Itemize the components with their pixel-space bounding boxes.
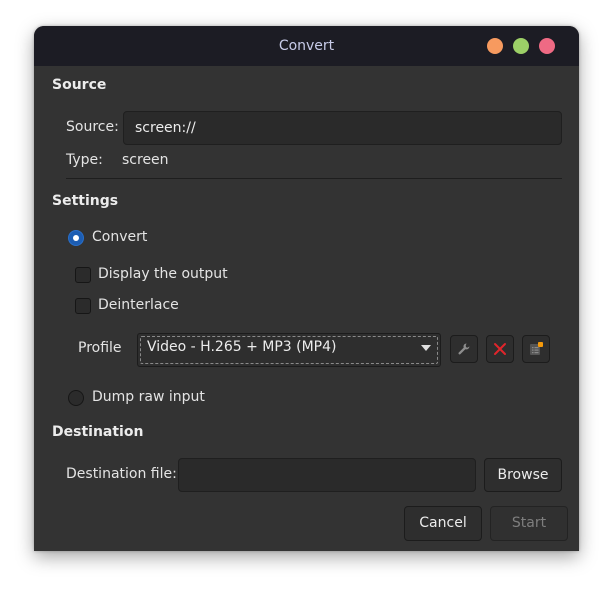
delete-x-icon <box>494 343 506 355</box>
deinterlace-checkbox[interactable] <box>75 298 91 314</box>
browse-button[interactable]: Browse <box>484 458 562 492</box>
source-input[interactable]: screen:// <box>123 111 562 145</box>
settings-section-title: Settings <box>52 193 119 209</box>
cancel-button[interactable]: Cancel <box>404 506 482 541</box>
display-output-label[interactable]: Display the output <box>98 266 228 282</box>
source-section-title: Source <box>52 77 107 93</box>
dump-raw-radio[interactable] <box>68 390 84 406</box>
convert-radio-label[interactable]: Convert <box>92 229 147 245</box>
source-input-value: screen:// <box>135 120 196 136</box>
new-profile-icon <box>530 342 543 355</box>
display-output-checkbox[interactable] <box>75 267 91 283</box>
deinterlace-label[interactable]: Deinterlace <box>98 297 179 313</box>
profile-dropdown[interactable]: Video - H.265 + MP3 (MP4) <box>137 333 441 367</box>
source-label: Source: <box>66 119 119 135</box>
minimize-button[interactable] <box>487 38 503 54</box>
title-bar[interactable]: Convert <box>34 26 579 66</box>
destination-file-label: Destination file: <box>66 466 177 482</box>
destination-section-title: Destination <box>52 424 144 440</box>
profile-label: Profile <box>78 340 122 356</box>
close-button[interactable] <box>539 38 555 54</box>
profile-dropdown-value: Video - H.265 + MP3 (MP4) <box>147 339 337 355</box>
destination-file-input[interactable] <box>178 458 476 492</box>
type-label: Type: <box>66 152 103 168</box>
type-value: screen <box>122 152 169 168</box>
convert-radio[interactable] <box>68 230 84 246</box>
dump-raw-label[interactable]: Dump raw input <box>92 389 205 405</box>
start-button[interactable]: Start <box>490 506 568 541</box>
maximize-button[interactable] <box>513 38 529 54</box>
delete-profile-button[interactable] <box>486 335 514 363</box>
edit-profile-button[interactable] <box>450 335 478 363</box>
chevron-down-icon <box>421 345 431 351</box>
convert-dialog: Convert Source Source: screen:// Type: s… <box>34 26 579 551</box>
source-divider <box>66 178 562 179</box>
new-profile-button[interactable] <box>522 335 550 363</box>
wrench-icon <box>458 343 470 355</box>
